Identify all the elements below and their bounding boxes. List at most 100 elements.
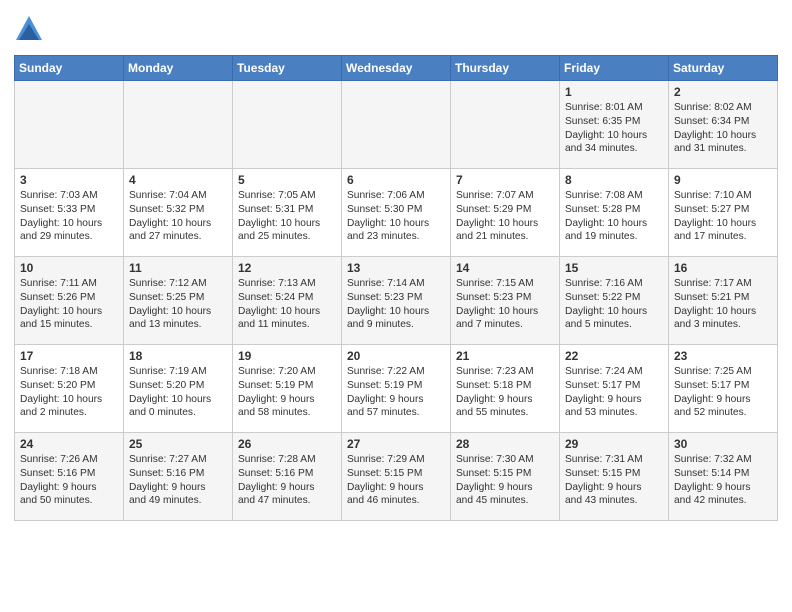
day-of-week-header: Sunday — [15, 56, 124, 81]
calendar-cell: 14 Sunrise: 7:15 AM Sunset: 5:23 PM Dayli… — [451, 257, 560, 345]
day-content: Sunrise: 7:20 AM Sunset: 5:19 PM Dayligh… — [238, 365, 336, 420]
calendar-cell — [451, 81, 560, 169]
day-content: Sunrise: 7:10 AM Sunset: 5:27 PM Dayligh… — [674, 189, 772, 244]
day-number: 14 — [456, 261, 554, 275]
day-number: 2 — [674, 85, 772, 99]
day-content: Sunrise: 7:05 AM Sunset: 5:31 PM Dayligh… — [238, 189, 336, 244]
day-number: 12 — [238, 261, 336, 275]
day-of-week-header: Thursday — [451, 56, 560, 81]
calendar-cell: 20 Sunrise: 7:22 AM Sunset: 5:19 PM Dayli… — [342, 345, 451, 433]
calendar-cell: 19 Sunrise: 7:20 AM Sunset: 5:19 PM Dayli… — [233, 345, 342, 433]
day-content: Sunrise: 7:24 AM Sunset: 5:17 PM Dayligh… — [565, 365, 663, 420]
calendar-cell: 7 Sunrise: 7:07 AM Sunset: 5:29 PM Daylig… — [451, 169, 560, 257]
calendar-cell: 23 Sunrise: 7:25 AM Sunset: 5:17 PM Dayli… — [669, 345, 778, 433]
day-number: 4 — [129, 173, 227, 187]
calendar-cell: 16 Sunrise: 7:17 AM Sunset: 5:21 PM Dayli… — [669, 257, 778, 345]
day-content: Sunrise: 7:31 AM Sunset: 5:15 PM Dayligh… — [565, 453, 663, 508]
day-number: 6 — [347, 173, 445, 187]
day-content: Sunrise: 7:22 AM Sunset: 5:19 PM Dayligh… — [347, 365, 445, 420]
calendar-header: SundayMondayTuesdayWednesdayThursdayFrid… — [15, 56, 778, 81]
logo — [14, 14, 49, 49]
day-content: Sunrise: 7:30 AM Sunset: 5:15 PM Dayligh… — [456, 453, 554, 508]
calendar-week-row: 10 Sunrise: 7:11 AM Sunset: 5:26 PM Dayli… — [15, 257, 778, 345]
calendar-week-row: 24 Sunrise: 7:26 AM Sunset: 5:16 PM Dayli… — [15, 433, 778, 521]
calendar-cell: 3 Sunrise: 7:03 AM Sunset: 5:33 PM Daylig… — [15, 169, 124, 257]
calendar-cell: 21Sunrise: 7:23 AM Sunset: 5:18 PM Dayli… — [451, 345, 560, 433]
calendar-week-row: 17Sunrise: 7:18 AM Sunset: 5:20 PM Dayli… — [15, 345, 778, 433]
day-number: 27 — [347, 437, 445, 451]
day-content: Sunrise: 7:11 AM Sunset: 5:26 PM Dayligh… — [20, 277, 118, 332]
day-content: Sunrise: 7:28 AM Sunset: 5:16 PM Dayligh… — [238, 453, 336, 508]
day-content: Sunrise: 7:04 AM Sunset: 5:32 PM Dayligh… — [129, 189, 227, 244]
day-content: Sunrise: 7:07 AM Sunset: 5:29 PM Dayligh… — [456, 189, 554, 244]
day-number: 17 — [20, 349, 118, 363]
day-number: 3 — [20, 173, 118, 187]
calendar-cell: 8 Sunrise: 7:08 AM Sunset: 5:28 PM Daylig… — [560, 169, 669, 257]
day-number: 18 — [129, 349, 227, 363]
day-content: Sunrise: 7:25 AM Sunset: 5:17 PM Dayligh… — [674, 365, 772, 420]
logo-icon — [14, 14, 44, 44]
day-content: Sunrise: 7:17 AM Sunset: 5:21 PM Dayligh… — [674, 277, 772, 332]
day-content: Sunrise: 7:16 AM Sunset: 5:22 PM Dayligh… — [565, 277, 663, 332]
calendar-cell: 15 Sunrise: 7:16 AM Sunset: 5:22 PM Dayli… — [560, 257, 669, 345]
day-content: Sunrise: 8:01 AM Sunset: 6:35 PM Dayligh… — [565, 101, 663, 156]
day-number: 29 — [565, 437, 663, 451]
day-number: 19 — [238, 349, 336, 363]
calendar-cell: 27 Sunrise: 7:29 AM Sunset: 5:15 PM Dayli… — [342, 433, 451, 521]
day-content: Sunrise: 7:06 AM Sunset: 5:30 PM Dayligh… — [347, 189, 445, 244]
calendar-cell: 22 Sunrise: 7:24 AM Sunset: 5:17 PM Dayli… — [560, 345, 669, 433]
day-of-week-header: Saturday — [669, 56, 778, 81]
day-of-week-header: Tuesday — [233, 56, 342, 81]
calendar-cell: 24 Sunrise: 7:26 AM Sunset: 5:16 PM Dayli… — [15, 433, 124, 521]
day-content: Sunrise: 7:26 AM Sunset: 5:16 PM Dayligh… — [20, 453, 118, 508]
day-number: 23 — [674, 349, 772, 363]
day-of-week-header: Monday — [124, 56, 233, 81]
day-number: 8 — [565, 173, 663, 187]
day-content: Sunrise: 7:19 AM Sunset: 5:20 PM Dayligh… — [129, 365, 227, 420]
day-of-week-header: Wednesday — [342, 56, 451, 81]
day-content: Sunrise: 7:14 AM Sunset: 5:23 PM Dayligh… — [347, 277, 445, 332]
calendar-cell: 18 Sunrise: 7:19 AM Sunset: 5:20 PM Dayli… — [124, 345, 233, 433]
day-content: Sunrise: 7:23 AM Sunset: 5:18 PM Dayligh… — [456, 365, 554, 420]
calendar-cell: 4 Sunrise: 7:04 AM Sunset: 5:32 PM Daylig… — [124, 169, 233, 257]
calendar-cell: 28 Sunrise: 7:30 AM Sunset: 5:15 PM Dayli… — [451, 433, 560, 521]
day-number: 10 — [20, 261, 118, 275]
day-number: 22 — [565, 349, 663, 363]
day-content: Sunrise: 7:27 AM Sunset: 5:16 PM Dayligh… — [129, 453, 227, 508]
calendar-cell: 1 Sunrise: 8:01 AM Sunset: 6:35 PM Daylig… — [560, 81, 669, 169]
day-number: 16 — [674, 261, 772, 275]
calendar-cell: 29 Sunrise: 7:31 AM Sunset: 5:15 PM Dayli… — [560, 433, 669, 521]
day-content: Sunrise: 7:29 AM Sunset: 5:15 PM Dayligh… — [347, 453, 445, 508]
day-content: Sunrise: 7:03 AM Sunset: 5:33 PM Dayligh… — [20, 189, 118, 244]
calendar-cell: 12Sunrise: 7:13 AM Sunset: 5:24 PM Dayli… — [233, 257, 342, 345]
calendar-cell — [233, 81, 342, 169]
calendar-cell: 30Sunrise: 7:32 AM Sunset: 5:14 PM Dayli… — [669, 433, 778, 521]
calendar-cell — [342, 81, 451, 169]
day-content: Sunrise: 7:12 AM Sunset: 5:25 PM Dayligh… — [129, 277, 227, 332]
day-number: 1 — [565, 85, 663, 99]
day-number: 15 — [565, 261, 663, 275]
calendar-week-row: 3 Sunrise: 7:03 AM Sunset: 5:33 PM Daylig… — [15, 169, 778, 257]
calendar-week-row: 1 Sunrise: 8:01 AM Sunset: 6:35 PM Daylig… — [15, 81, 778, 169]
day-content: Sunrise: 7:15 AM Sunset: 5:23 PM Dayligh… — [456, 277, 554, 332]
calendar-cell — [15, 81, 124, 169]
day-number: 13 — [347, 261, 445, 275]
header-row: SundayMondayTuesdayWednesdayThursdayFrid… — [15, 56, 778, 81]
calendar-cell: 17Sunrise: 7:18 AM Sunset: 5:20 PM Dayli… — [15, 345, 124, 433]
calendar-table: SundayMondayTuesdayWednesdayThursdayFrid… — [14, 55, 778, 521]
calendar-cell: 5 Sunrise: 7:05 AM Sunset: 5:31 PM Daylig… — [233, 169, 342, 257]
day-of-week-header: Friday — [560, 56, 669, 81]
calendar-cell: 11Sunrise: 7:12 AM Sunset: 5:25 PM Dayli… — [124, 257, 233, 345]
day-number: 20 — [347, 349, 445, 363]
day-content: Sunrise: 7:08 AM Sunset: 5:28 PM Dayligh… — [565, 189, 663, 244]
calendar-cell: 2 Sunrise: 8:02 AM Sunset: 6:34 PM Daylig… — [669, 81, 778, 169]
day-number: 7 — [456, 173, 554, 187]
calendar-cell: 10 Sunrise: 7:11 AM Sunset: 5:26 PM Dayli… — [15, 257, 124, 345]
calendar-body: 1 Sunrise: 8:01 AM Sunset: 6:35 PM Daylig… — [15, 81, 778, 521]
day-number: 28 — [456, 437, 554, 451]
day-number: 24 — [20, 437, 118, 451]
day-number: 26 — [238, 437, 336, 451]
calendar-cell: 13 Sunrise: 7:14 AM Sunset: 5:23 PM Dayli… — [342, 257, 451, 345]
day-number: 5 — [238, 173, 336, 187]
day-content: Sunrise: 8:02 AM Sunset: 6:34 PM Dayligh… — [674, 101, 772, 156]
